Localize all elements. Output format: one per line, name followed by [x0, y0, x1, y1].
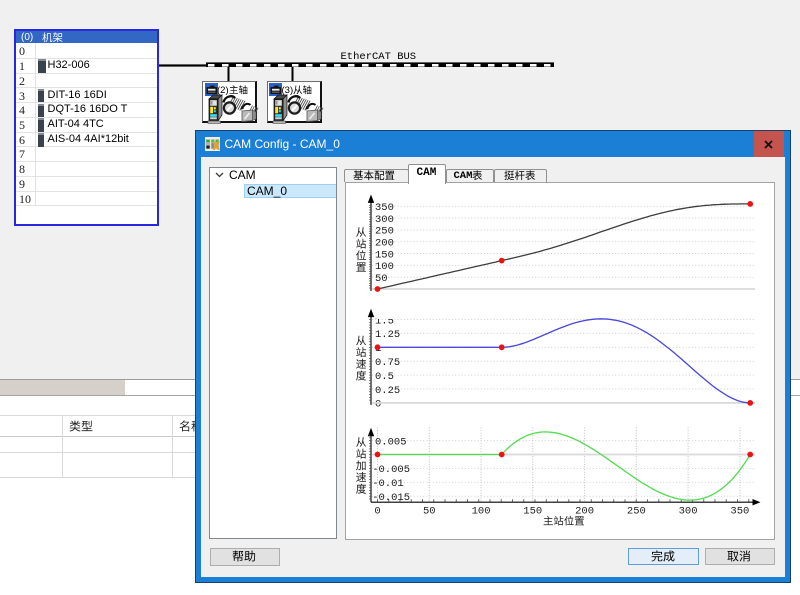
svg-text:300: 300: [678, 505, 697, 517]
svg-text:300: 300: [375, 213, 394, 225]
svg-text:0.25: 0.25: [375, 384, 400, 396]
svg-text:200: 200: [575, 505, 594, 517]
svg-text:350: 350: [375, 202, 394, 214]
svg-text:150: 150: [523, 505, 542, 517]
svg-text:0: 0: [374, 505, 380, 517]
svg-text:100: 100: [471, 505, 490, 517]
svg-text:250: 250: [626, 505, 645, 517]
svg-text:1.25: 1.25: [375, 329, 400, 341]
svg-text:50: 50: [375, 273, 388, 285]
svg-text:-0.005: -0.005: [372, 464, 410, 476]
svg-text:250: 250: [375, 225, 394, 237]
svg-text:0: 0: [375, 398, 381, 410]
svg-text:200: 200: [375, 237, 394, 249]
svg-text:150: 150: [375, 249, 394, 261]
svg-text:350: 350: [730, 505, 749, 517]
svg-text:0.005: 0.005: [375, 436, 407, 448]
svg-text:0.75: 0.75: [375, 357, 400, 369]
svg-text:50: 50: [423, 505, 436, 517]
svg-text:-0.01: -0.01: [372, 478, 404, 490]
svg-text:100: 100: [375, 261, 394, 273]
svg-text:0.5: 0.5: [375, 370, 394, 382]
